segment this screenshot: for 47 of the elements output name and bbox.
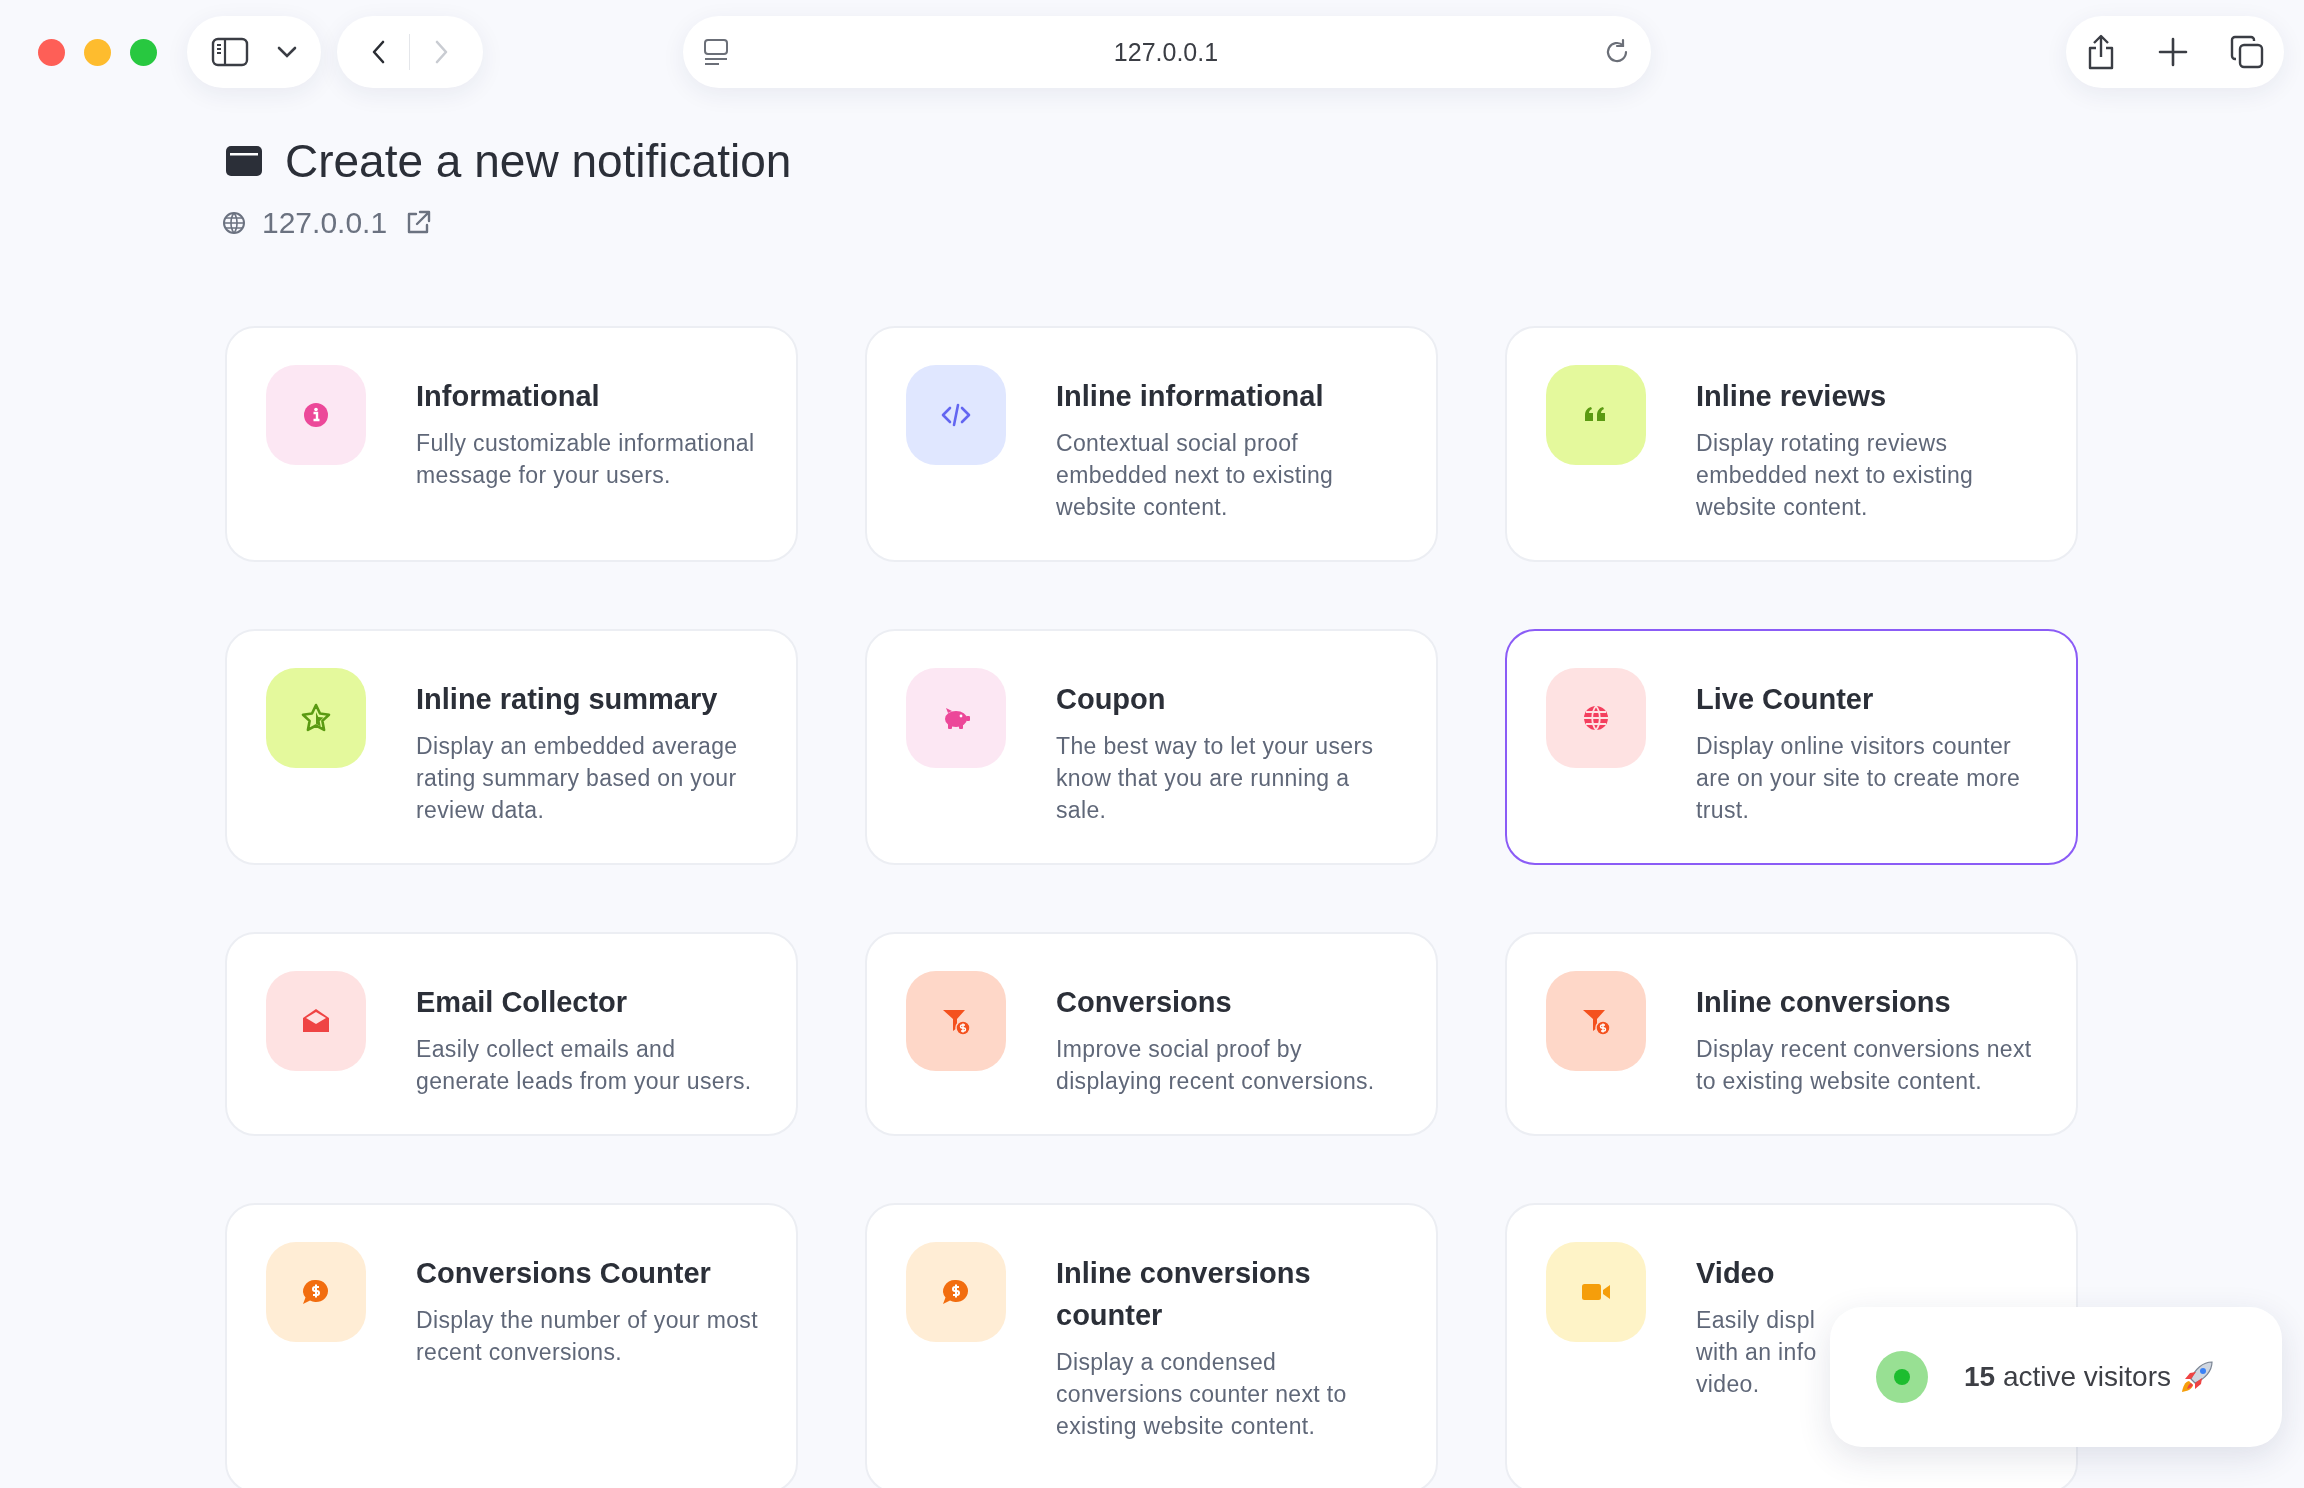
card-title: Conversions Counter [416,1256,712,1291]
card-description: Easily displ with an info video. [1696,1306,1817,1399]
notification-type-card[interactable]: Email Collector Easily collect emails and generate leads from your users. [225,932,798,1136]
card-title: Video [1696,1256,1776,1291]
address-bar[interactable]: 127.0.0.1 [683,16,1651,88]
notification-type-card[interactable]: Inline informational Contextual social proof embedded next to existing website content. [865,326,1438,562]
address-text: 127.0.0.1 [1113,37,1219,67]
card-title: Inline conversions [1696,985,1952,1020]
card-title: Informational [416,379,601,414]
card-title: Inline reviews [1696,379,1888,414]
star-icon [300,702,332,734]
live-status-icon [1876,1351,1928,1403]
page-title: Create a new notification [285,134,792,188]
external-link-icon[interactable] [405,210,432,236]
card-description: The best way to let your users know that you are running a sale. [1056,732,1375,825]
card-description: Display the number of your most recent conversions. [416,1306,759,1367]
card-description: Display online visitors counter are on your site to create more trust. [1696,732,2022,825]
card-title: Coupon [1056,682,1167,717]
card-description: Easily collect emails and generate leads from your users. [416,1035,753,1096]
notification-type-card[interactable]: Conversions Improve social proof by displaying recent conversions. [865,932,1438,1136]
card-description: Display an embedded average rating summary based on your review data. [416,732,739,825]
card-description: Contextual social proof embedded next to existing website content. [1056,429,1335,522]
card-description: Fully customizable informational message for your users. [416,429,756,490]
card-title: Inline rating summary [416,682,719,717]
notification-type-card[interactable]: Inline conversions counter Display a condensed conversions counter next to existing website content. [865,1203,1438,1488]
notification-type-card[interactable]: Coupon The best way to let your users know that you are running a sale. [865,629,1438,865]
notification-type-card[interactable]: Inline reviews Display rotating reviews embedded next to existing website content. [1505,326,2078,562]
notification-type-card[interactable]: Inline rating summary Display an embedded average rating summary based on your review data. [225,629,798,865]
card-title: Conversions [1056,985,1233,1020]
card-description: Improve social proof by displaying recent conversions. [1056,1035,1376,1096]
notification-type-card[interactable]: Conversions Counter Display the number of your most recent conversions. [225,1203,798,1488]
page-menu-icon[interactable] [703,38,729,66]
card-title: Inline informational [1056,379,1325,414]
close-window-button[interactable] [38,38,65,66]
card-description: Display a condensed conversions counter next to existing website content. [1056,1348,1348,1441]
rocket-icon [2179,1359,2215,1395]
card-title: Live Counter [1696,682,1875,717]
card-description: Display rotating reviews embedded next to existing website content. [1696,429,1975,522]
notification-type-card[interactable]: Live Counter Display online visitors counter are on your site to create more trust. [1505,629,2078,865]
globe-icon [222,211,246,235]
card-title: Email Collector [416,985,629,1020]
notification-type-card[interactable]: Informational Fully customizable informational message for your users. [225,326,798,562]
site-url: 127.0.0.1 [262,206,388,240]
card-description: Display recent conversions next to existing website content. [1696,1035,2033,1096]
notification-type-card[interactable]: Inline conversions Display recent conversions next to existing website content. [1505,932,2078,1136]
window-icon [225,145,263,177]
card-title: Inline conversions counter [1056,1256,1312,1333]
